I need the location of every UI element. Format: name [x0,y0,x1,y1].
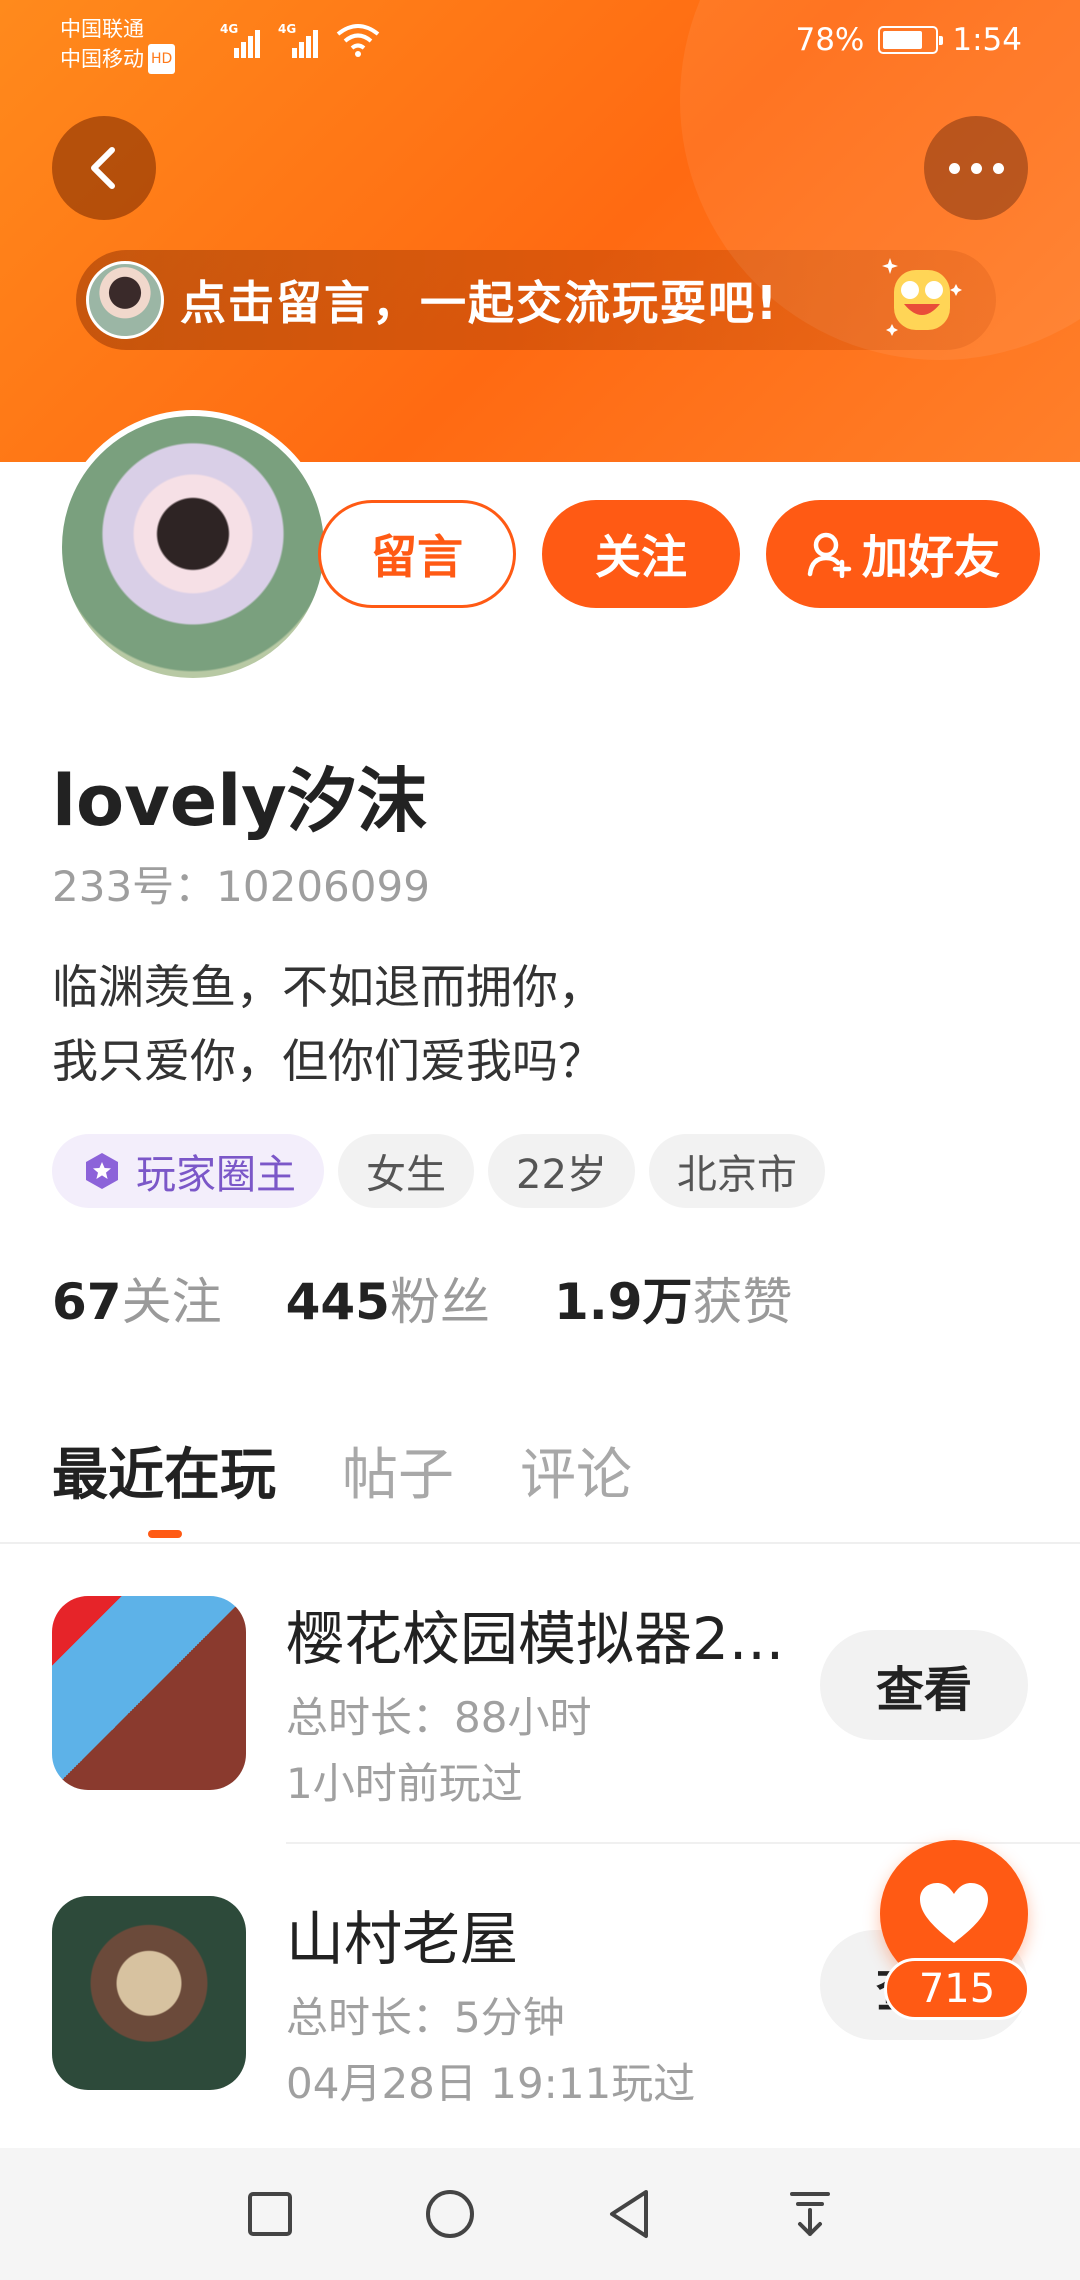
bio: 临渊羡鱼，不如退而拥你， 我只爱你，但你们爱我吗？ [52,950,604,1098]
comment-button[interactable]: 留言 [318,500,516,608]
add-friend-button[interactable]: 加好友 [766,500,1040,608]
list-item[interactable]: 樱花校园模拟器2... 总时长：88小时 1小时前玩过 查看 [0,1544,1080,1844]
square-icon [248,2192,292,2236]
game-duration: 总时长：5分钟 [286,1993,565,2042]
follow-button-label: 关注 [595,530,687,584]
chevron-left-icon [91,147,115,189]
signal-icon: 4G [278,22,320,58]
battery-percent: 78% [795,22,865,58]
hd-badge: HD [148,44,176,74]
back-button[interactable] [52,116,156,220]
game-duration: 总时长：88小时 [286,1693,592,1742]
recent-apps-button[interactable] [230,2174,310,2254]
stat-likes: 1.9万获赞 [553,1273,793,1331]
add-friend-button-label: 加好友 [862,530,1000,584]
tag-label: 玩家圈主 [136,1152,296,1198]
game-icon [52,1596,246,1790]
status-right: 78% 1:54 [795,22,1022,58]
tab-comments[interactable]: 评论 [520,1430,632,1511]
like-count-badge: 715 [884,1958,1030,2020]
more-horizontal-icon [948,162,1004,174]
wifi-icon [336,24,380,57]
game-icon [52,1896,246,2090]
notification-shade-button[interactable] [770,2174,850,2254]
circle-icon [426,2190,474,2238]
carrier-1: 中国联通 [60,17,144,41]
battery-icon [878,26,944,54]
system-nav-bar [0,2148,1080,2280]
game-last-played: 04月28日 19:11玩过 [286,2059,696,2108]
game-title: 山村老屋 [286,1905,519,1973]
profile-header: 中国联通 中国移动 HD 4G 4G 78% 1:54 点击留言，一起交流玩耍吧… [0,0,1080,462]
tab-indicator [148,1530,182,1538]
clock: 1:54 [952,22,1022,58]
follow-button[interactable]: 关注 [542,500,740,608]
avatar [86,261,164,339]
tag-gender: 女生 [338,1134,474,1208]
stat-following[interactable]: 67关注 [52,1262,222,1334]
tag-location: 北京市 [648,1134,825,1208]
view-button[interactable]: 查看 [820,1630,1028,1740]
home-button[interactable] [410,2174,490,2254]
signal-icon: 4G [220,22,262,58]
back-nav-button[interactable] [590,2174,670,2254]
user-id: 233号：10206099 [52,862,430,911]
game-title: 樱花校园模拟器2... [286,1605,785,1673]
bio-line: 临渊羡鱼，不如退而拥你， [52,960,604,1014]
comment-prompt-banner[interactable]: 点击留言，一起交流玩耍吧! [76,250,996,350]
profile-tabs: 最近在玩 帖子 评论 [52,1430,632,1511]
more-button[interactable] [924,116,1028,220]
comment-button-label: 留言 [371,530,463,584]
tag-age: 22岁 [488,1134,635,1208]
signal-indicators: 4G 4G [220,22,380,58]
banner-text: 点击留言，一起交流玩耍吧! [180,276,779,330]
stat-followers[interactable]: 445粉丝 [286,1262,490,1334]
bio-line: 我只爱你，但你们爱我吗？ [52,1034,604,1088]
game-last-played: 1小时前玩过 [286,1759,523,1808]
status-bar: 中国联通 中国移动 HD 4G 4G 78% 1:54 [0,0,1080,90]
profile-tags: 玩家圈主 女生 22岁 北京市 [52,1134,825,1208]
username: lovely汐沫 [52,760,427,842]
carrier-info: 中国联通 中国移动 HD [60,14,176,74]
heart-icon [920,1883,988,1943]
tab-posts[interactable]: 帖子 [342,1430,454,1511]
carrier-2: 中国移动 HD [60,44,176,74]
star-badge-icon [86,1153,118,1189]
tab-recently-played[interactable]: 最近在玩 [52,1430,276,1511]
profile-stats: 67关注 445粉丝 1.9万获赞 [52,1262,793,1334]
triangle-back-icon [610,2190,648,2238]
pull-down-icon [790,2192,830,2236]
add-user-icon [807,532,852,578]
profile-avatar[interactable] [56,410,330,684]
smiley-icon [882,258,962,336]
tag-circle-owner[interactable]: 玩家圈主 [52,1134,324,1208]
